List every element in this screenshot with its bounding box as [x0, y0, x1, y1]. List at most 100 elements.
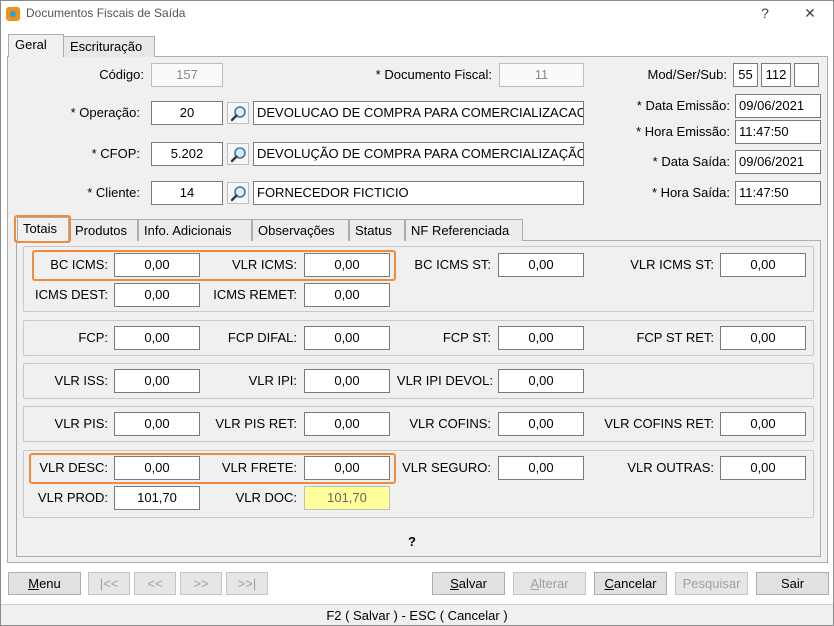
vlr-desc-field[interactable]: 0,00 [114, 456, 200, 480]
vlr-desc-label: VLR DESC: [39, 460, 108, 475]
bc-icms-label: BC ICMS: [50, 257, 108, 272]
tab-info-adicionais[interactable]: Info. Adicionais [138, 219, 252, 241]
vlr-pis-label: VLR PIS: [54, 416, 108, 431]
vlr-frete-label: VLR FRETE: [221, 460, 297, 475]
vlr-pis-ret-field[interactable]: 0,00 [304, 412, 390, 436]
codigo-label: Código: [99, 67, 144, 82]
cfop-label: * CFOP: [91, 146, 140, 161]
vlr-prod-field[interactable]: 101,70 [114, 486, 200, 510]
vlr-doc-label: VLR DOC: [235, 490, 297, 505]
cancelar-accel: C [604, 576, 614, 591]
vlr-cofins-field[interactable]: 0,00 [498, 412, 584, 436]
tab-produtos[interactable]: Produtos [69, 219, 138, 241]
icms-remet-field[interactable]: 0,00 [304, 283, 390, 307]
close-icon[interactable]: ✕ [795, 3, 825, 23]
app-logo-icon [6, 7, 20, 21]
vlr-frete-field[interactable]: 0,00 [304, 456, 390, 480]
shortcut-status-bar: F2 ( Salvar ) - ESC ( Cancelar ) [1, 604, 833, 625]
vlr-seguro-label: VLR SEGURO: [402, 460, 491, 475]
next-record-button[interactable]: >> [180, 572, 222, 595]
codigo-field: 157 [151, 63, 223, 87]
vlr-pis-ret-label: VLR PIS RET: [215, 416, 297, 431]
bc-icms-st-field[interactable]: 0,00 [498, 253, 584, 277]
documento-fiscal-label: * Documento Fiscal: [375, 67, 492, 82]
tab-escrituracao[interactable]: Escrituração [63, 36, 155, 57]
sair-button[interactable]: Sair [756, 572, 829, 595]
hora-emissao-field[interactable]: 11:47:50 [735, 120, 821, 144]
bc-icms-st-label: BC ICMS ST: [414, 257, 491, 272]
hora-saida-label: * Hora Saída: [651, 185, 730, 200]
menu-accel: M [28, 576, 40, 591]
modelo-field[interactable]: 55 [733, 63, 758, 87]
cancelar-button[interactable]: Cancelar [594, 572, 667, 595]
operacao-description-field[interactable]: DEVOLUCAO DE COMPRA PARA COMERCIALIZACAO [253, 101, 584, 125]
previous-record-button[interactable]: << [134, 572, 176, 595]
vlr-seguro-field[interactable]: 0,00 [498, 456, 584, 480]
vlr-cofins-ret-field[interactable]: 0,00 [720, 412, 806, 436]
salvar-label: alvar [458, 576, 487, 591]
vlr-ipi-label: VLR IPI: [248, 373, 297, 388]
help-button[interactable]: ? [750, 3, 780, 23]
cliente-label: * Cliente: [87, 185, 140, 200]
bc-icms-field[interactable]: 0,00 [114, 253, 200, 277]
fcp-label: FCP: [78, 330, 108, 345]
cliente-code-field[interactable]: 14 [151, 181, 223, 205]
vlr-iss-label: VLR ISS: [54, 373, 108, 388]
cfop-description-field[interactable]: DEVOLUÇÃO DE COMPRA PARA COMERCIALIZAÇÃO [253, 142, 584, 166]
menu-button[interactable]: Menu [8, 572, 81, 595]
vlr-icms-st-field[interactable]: 0,00 [720, 253, 806, 277]
fcp-field[interactable]: 0,00 [114, 326, 200, 350]
vlr-doc-field: 101,70 [304, 486, 390, 510]
hora-saida-field[interactable]: 11:47:50 [735, 181, 821, 205]
fcp-st-field[interactable]: 0,00 [498, 326, 584, 350]
tab-status[interactable]: Status [349, 219, 405, 241]
fcp-difal-field[interactable]: 0,00 [304, 326, 390, 350]
cancelar-label: ancelar [613, 576, 657, 591]
first-record-button[interactable]: |<< [88, 572, 130, 595]
help-question-mark[interactable]: ? [402, 534, 422, 549]
operacao-code-field[interactable]: 20 [151, 101, 223, 125]
cliente-search-icon[interactable] [227, 182, 249, 204]
tab-observacoes[interactable]: Observações [252, 219, 349, 241]
mod-ser-sub-label: Mod/Ser/Sub: [647, 67, 728, 82]
last-record-button[interactable]: >>| [226, 572, 268, 595]
icms-dest-field[interactable]: 0,00 [114, 283, 200, 307]
vlr-cofins-ret-label: VLR COFINS RET: [604, 416, 714, 431]
alterar-label: lterar [539, 576, 569, 591]
vlr-icms-st-label: VLR ICMS ST: [630, 257, 714, 272]
vlr-cofins-label: VLR COFINS: [409, 416, 491, 431]
tab-totais[interactable]: Totais [17, 217, 69, 241]
cliente-description-field[interactable]: FORNECEDOR FICTICIO [253, 181, 584, 205]
vlr-ipi-devol-label: VLR IPI DEVOL: [396, 373, 493, 388]
salvar-accel: S [450, 576, 459, 591]
data-saida-field[interactable]: 09/06/2021 [735, 150, 821, 174]
subserie-field[interactable] [794, 63, 819, 87]
salvar-button[interactable]: Salvar [432, 572, 505, 595]
hora-emissao-label: * Hora Emissão: [636, 124, 730, 139]
fcp-st-ret-label: FCP ST RET: [636, 330, 714, 345]
documento-fiscal-field[interactable]: 11 [499, 63, 584, 87]
vlr-iss-field[interactable]: 0,00 [114, 369, 200, 393]
operacao-search-icon[interactable] [227, 102, 249, 124]
fcp-st-ret-field[interactable]: 0,00 [720, 326, 806, 350]
alterar-button[interactable]: Alterar [513, 572, 586, 595]
vlr-prod-label: VLR PROD: [37, 490, 108, 505]
vlr-pis-field[interactable]: 0,00 [114, 412, 200, 436]
cfop-code-field[interactable]: 5.202 [151, 142, 223, 166]
pesquisar-button[interactable]: Pesquisar [675, 572, 748, 595]
fcp-st-label: FCP ST: [442, 330, 491, 345]
cfop-search-icon[interactable] [227, 143, 249, 165]
menu-label: enu [39, 576, 61, 591]
vlr-icms-field[interactable]: 0,00 [304, 253, 390, 277]
data-saida-label: * Data Saída: [652, 154, 730, 169]
data-emissao-field[interactable]: 09/06/2021 [735, 94, 821, 118]
vlr-ipi-devol-field[interactable]: 0,00 [498, 369, 584, 393]
tab-nf-referenciada[interactable]: NF Referenciada [405, 219, 523, 241]
serie-field[interactable]: 112 [761, 63, 791, 87]
vlr-ipi-field[interactable]: 0,00 [304, 369, 390, 393]
vlr-icms-label: VLR ICMS: [231, 257, 297, 272]
vlr-outras-label: VLR OUTRAS: [627, 460, 714, 475]
icms-remet-label: ICMS REMET: [213, 287, 297, 302]
tab-geral[interactable]: Geral [8, 34, 64, 57]
vlr-outras-field[interactable]: 0,00 [720, 456, 806, 480]
